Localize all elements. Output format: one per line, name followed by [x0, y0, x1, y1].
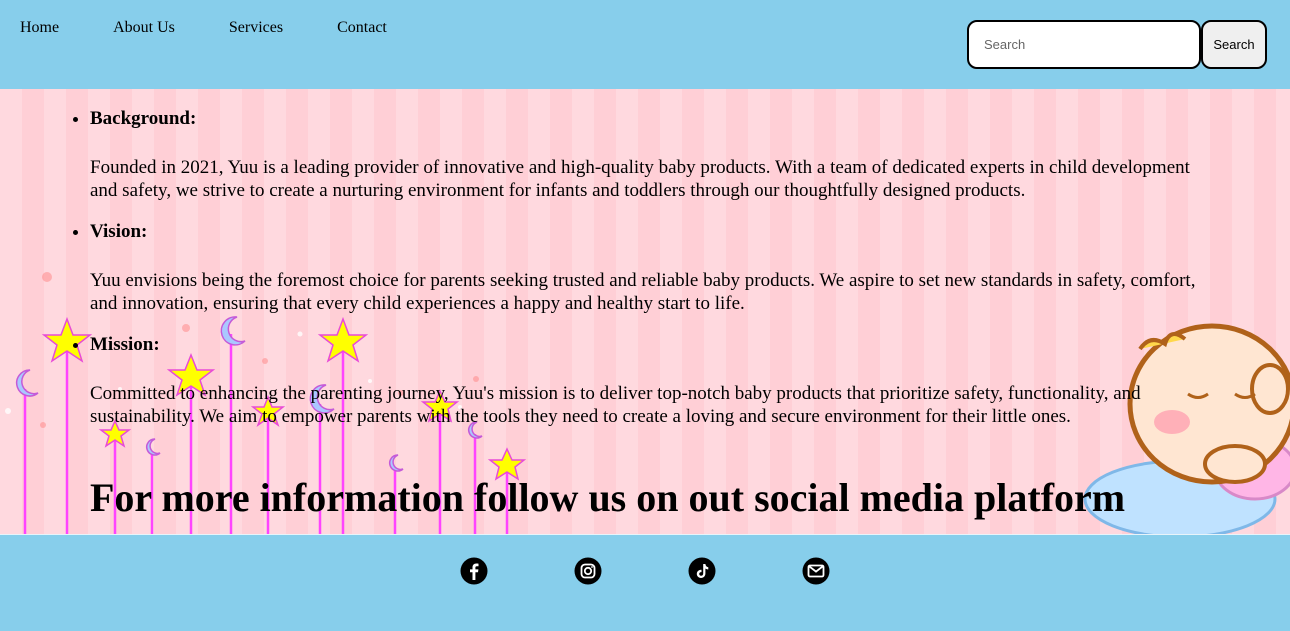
- instagram-icon[interactable]: [573, 556, 603, 586]
- email-icon[interactable]: [801, 556, 831, 586]
- main-nav: Home About Us Services Contact: [20, 19, 441, 37]
- list-item: Mission: Committed to enhancing the pare…: [90, 333, 1200, 428]
- background-text: Founded in 2021, Yuu is a leading provid…: [90, 157, 1190, 201]
- nav-about-link[interactable]: About Us: [113, 19, 175, 37]
- mission-heading: Mission:: [90, 334, 160, 355]
- nav-services-link[interactable]: Services: [229, 19, 283, 37]
- list-item: Background: Founded in 2021, Yuu is a le…: [90, 107, 1200, 202]
- info-list: Background: Founded in 2021, Yuu is a le…: [0, 107, 1290, 428]
- tiktok-icon[interactable]: [687, 556, 717, 586]
- about-section: Background: Founded in 2021, Yuu is a le…: [0, 89, 1290, 534]
- vision-heading: Vision:: [90, 221, 148, 242]
- list-item: Vision: Yuu envisions being the foremost…: [90, 220, 1200, 315]
- site-header: Home About Us Services Contact Search: [0, 0, 1290, 89]
- about-content: Background: Founded in 2021, Yuu is a le…: [0, 89, 1290, 520]
- nav-home-link[interactable]: Home: [20, 19, 59, 37]
- facebook-icon[interactable]: [459, 556, 489, 586]
- search-button[interactable]: Search: [1201, 20, 1267, 69]
- mission-text: Committed to enhancing the parenting jou…: [90, 383, 1141, 427]
- search-input[interactable]: [967, 20, 1201, 69]
- vision-text: Yuu envisions being the foremost choice …: [90, 270, 1196, 314]
- nav-contact-link[interactable]: Contact: [337, 19, 387, 37]
- background-heading: Background:: [90, 108, 197, 129]
- follow-us-heading: For more information follow us on out so…: [90, 475, 1126, 520]
- site-footer: [0, 534, 1290, 631]
- search-form: Search: [967, 20, 1267, 69]
